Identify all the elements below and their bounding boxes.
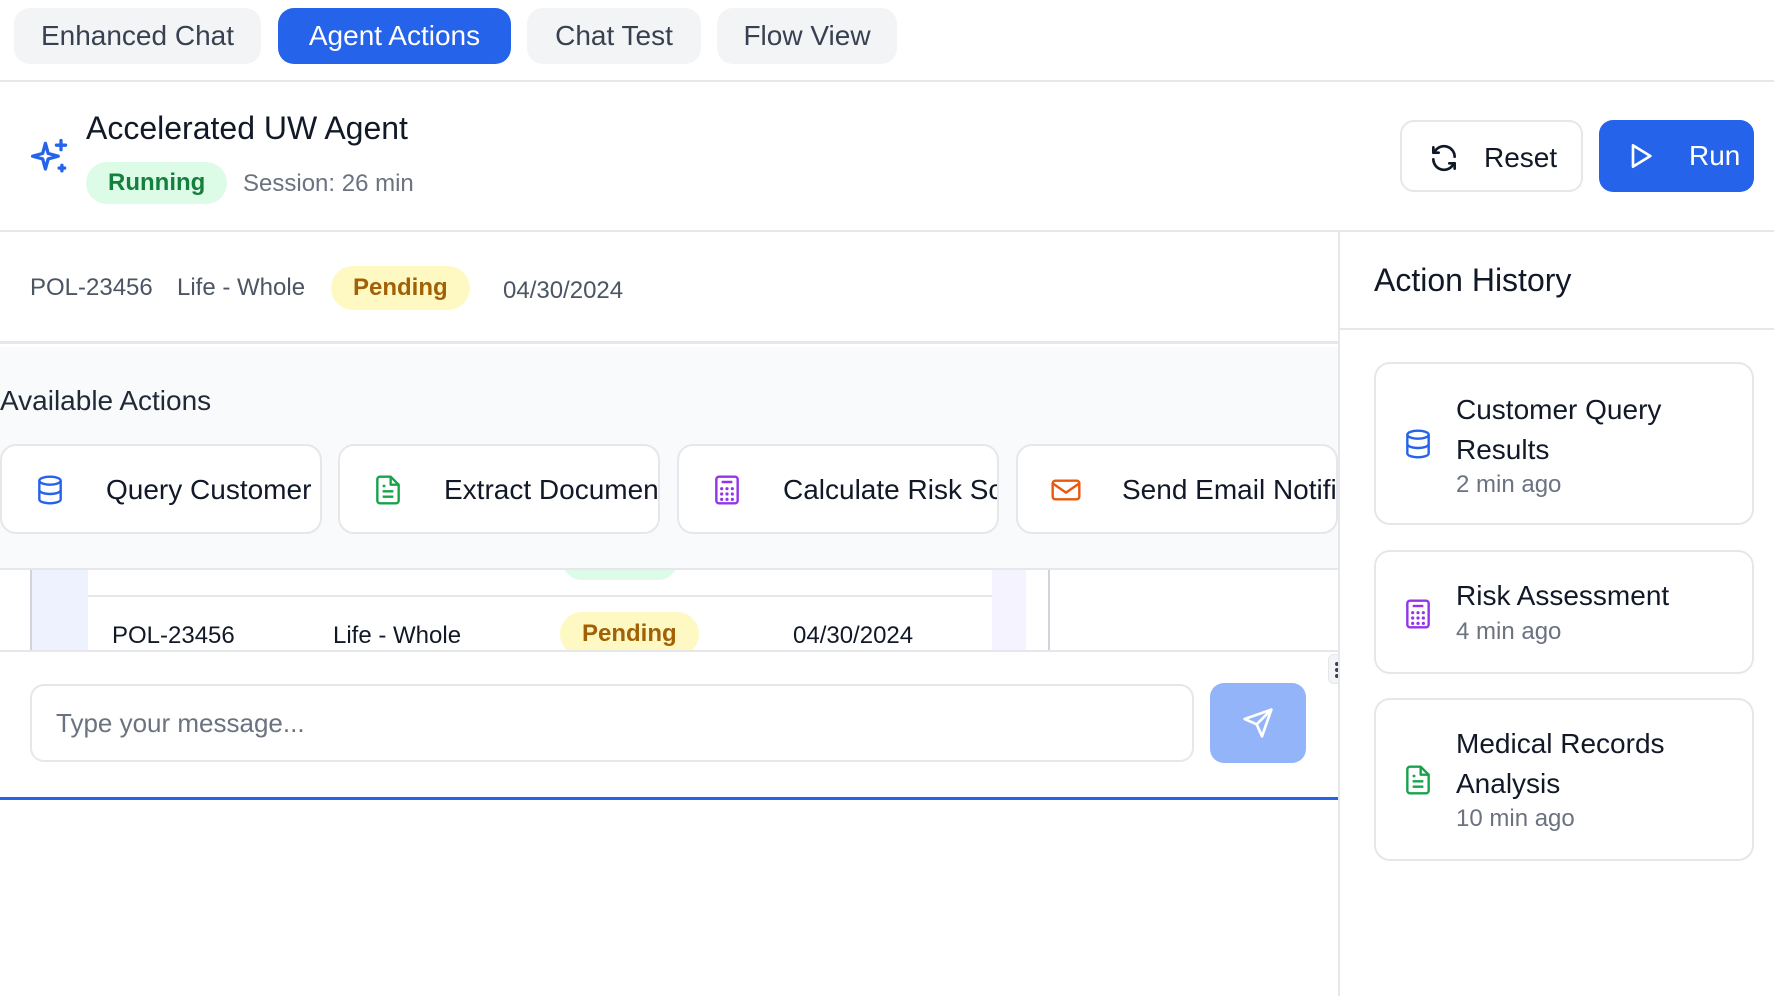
message-input[interactable] [30, 684, 1194, 762]
history-item[interactable]: Customer Query Results 2 min ago [1374, 362, 1754, 525]
history-item-title: Customer Query Results [1456, 394, 1662, 465]
main-panel: POL-23456 Life - Whole Pending 04/30/202… [0, 232, 1338, 996]
send-icon [1243, 708, 1273, 738]
table-row-badge [562, 570, 678, 580]
document-icon [376, 475, 400, 505]
refresh-icon [1432, 144, 1456, 172]
results-table: POL-23456 Life - Whole Pending 04/30/202… [0, 570, 1338, 650]
sidebar-title: Action History [1374, 262, 1572, 298]
sidebar-header: Action History [1340, 232, 1774, 330]
row-divider [88, 595, 992, 597]
run-button[interactable]: Run [1599, 120, 1754, 192]
reset-label: Reset [1484, 142, 1558, 173]
tab-flow-view[interactable]: Flow View [717, 8, 897, 64]
history-item-time: 4 min ago [1456, 618, 1562, 645]
mail-icon [1051, 479, 1081, 501]
tab-bar: Enhanced Chat Agent Actions Chat Test Fl… [0, 0, 1774, 82]
agent-header: Accelerated UW Agent Running Session: 26… [0, 82, 1774, 232]
available-actions-panel: Available Actions Query Customer Data Ex… [0, 347, 1338, 570]
tab-enhanced-chat[interactable]: Enhanced Chat [14, 8, 261, 64]
action-label: Send Email Notification [1122, 474, 1337, 505]
tab-chat-test[interactable]: Chat Test [527, 8, 701, 64]
agent-title: Accelerated UW Agent [86, 110, 408, 146]
table-cell-date: 04/30/2024 [793, 622, 914, 649]
action-label: Calculate Risk Score [783, 474, 997, 505]
action-calculate-risk-score[interactable]: Calculate Risk Score [677, 444, 999, 534]
run-label: Run [1689, 140, 1741, 171]
calculator-icon [715, 475, 739, 505]
database-icon [38, 475, 62, 505]
history-item[interactable]: Risk Assessment 4 min ago [1374, 550, 1754, 674]
action-query-customer-data[interactable]: Query Customer Data [0, 444, 322, 534]
history-item-title: Medical Records Analysis [1456, 728, 1665, 799]
table-cell-policy: POL-23456 [112, 622, 235, 649]
action-label: Extract Document Data [444, 474, 660, 505]
table-cell-status: Pending [560, 612, 699, 650]
database-icon [1406, 429, 1430, 459]
action-extract-document[interactable]: Extract Document Data [338, 444, 660, 534]
record-summary: POL-23456 Life - Whole Pending 04/30/202… [0, 232, 1338, 344]
reset-button[interactable]: Reset [1400, 120, 1583, 192]
action-label: Query Customer Data [106, 474, 320, 505]
history-item[interactable]: Medical Records Analysis 10 min ago [1374, 698, 1754, 861]
record-date: 04/30/2024 [503, 277, 624, 304]
policy-number: POL-23456 [30, 274, 153, 301]
document-icon [1406, 765, 1430, 795]
action-send-email-notification[interactable]: Send Email Notification [1016, 444, 1338, 534]
session-duration: Session: 26 min [243, 170, 414, 197]
send-button[interactable] [1210, 683, 1306, 763]
status-badge: Running [86, 162, 228, 204]
history-item-time: 10 min ago [1456, 805, 1575, 832]
table-cell-type: Life - Whole [333, 622, 462, 649]
history-item-time: 2 min ago [1456, 471, 1562, 498]
sparkles-icon [30, 138, 68, 173]
chat-input-area [0, 650, 1338, 800]
policy-type: Life - Whole [177, 274, 306, 301]
action-history-sidebar: Action History Customer Query Results 2 … [1338, 232, 1774, 996]
play-icon [1631, 144, 1652, 168]
tab-agent-actions[interactable]: Agent Actions [278, 8, 511, 64]
calculator-icon [1406, 599, 1430, 629]
record-status-badge: Pending [331, 266, 470, 310]
history-item-title: Risk Assessment [1456, 580, 1670, 611]
actions-title: Available Actions [0, 385, 212, 416]
